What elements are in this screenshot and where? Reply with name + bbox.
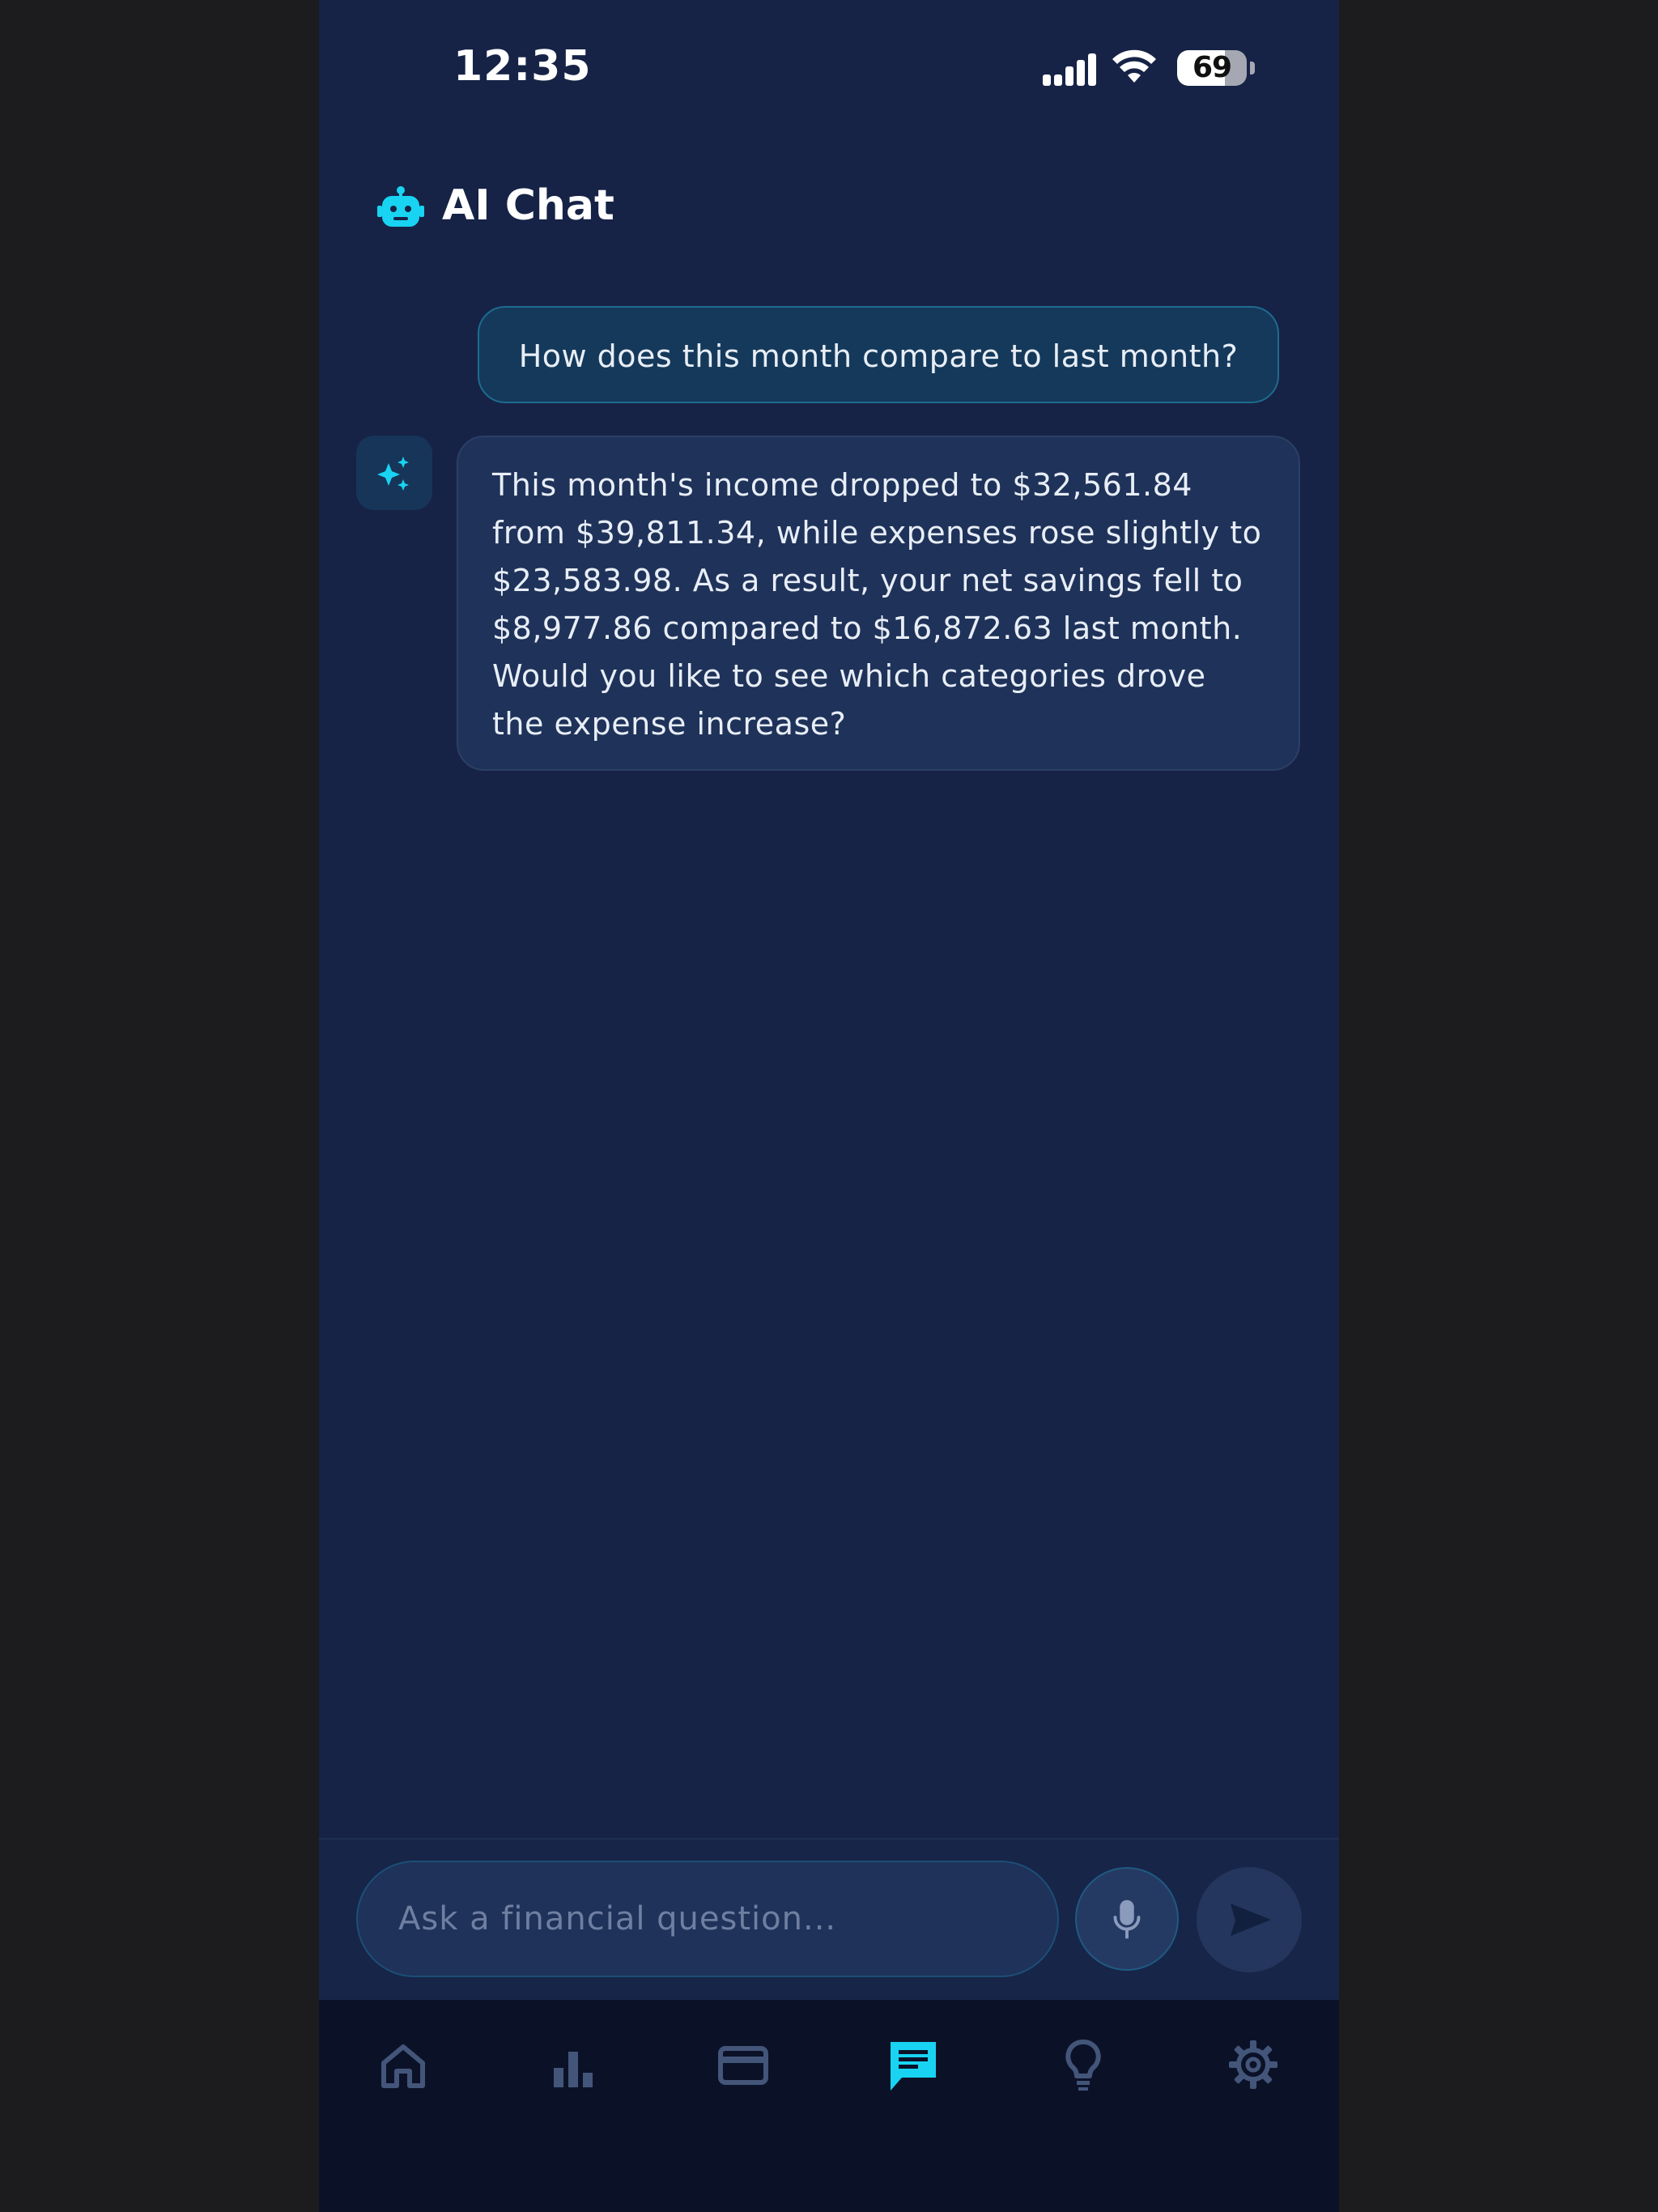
cellular-signal-icon <box>1043 53 1096 86</box>
assistant-avatar <box>356 436 432 510</box>
chat-input[interactable] <box>356 1861 1059 1977</box>
wifi-icon <box>1112 49 1156 83</box>
status-time: 12:35 <box>453 42 592 91</box>
composer-bar <box>319 1838 1339 2001</box>
nav-item-insights[interactable] <box>1051 2032 1116 2097</box>
nav-item-cards[interactable] <box>711 2032 776 2097</box>
nav-item-chat[interactable] <box>881 2032 946 2097</box>
home-icon <box>381 2044 425 2088</box>
battery-indicator: 69 <box>1177 50 1247 86</box>
phone-screen: 12:35 69 AI Chat How does this month com… <box>319 0 1339 2212</box>
lightbulb-icon <box>1065 2040 1101 2091</box>
robot-icon <box>377 186 424 227</box>
user-message-bubble: How does this month compare to last mont… <box>478 306 1279 403</box>
page-title: AI Chat <box>442 181 614 230</box>
credit-card-icon <box>718 2046 768 2085</box>
send-icon <box>1231 1904 1271 1936</box>
nav-item-home[interactable] <box>371 2032 436 2097</box>
nav-item-settings[interactable] <box>1221 2032 1286 2097</box>
nav-item-analytics[interactable] <box>541 2032 606 2097</box>
send-button[interactable] <box>1197 1867 1302 1972</box>
battery-percent: 69 <box>1192 51 1232 84</box>
battery-tip <box>1250 62 1255 74</box>
bottom-navigation <box>319 2000 1339 2212</box>
chat-icon <box>891 2042 936 2091</box>
mic-button[interactable] <box>1075 1867 1179 1971</box>
microphone-icon <box>1113 1899 1141 1939</box>
assistant-message-bubble: This month's income dropped to $32,561.8… <box>457 436 1300 771</box>
sparkles-icon <box>377 457 409 491</box>
bar-chart-icon <box>554 2052 593 2087</box>
gear-icon <box>1229 2040 1278 2089</box>
